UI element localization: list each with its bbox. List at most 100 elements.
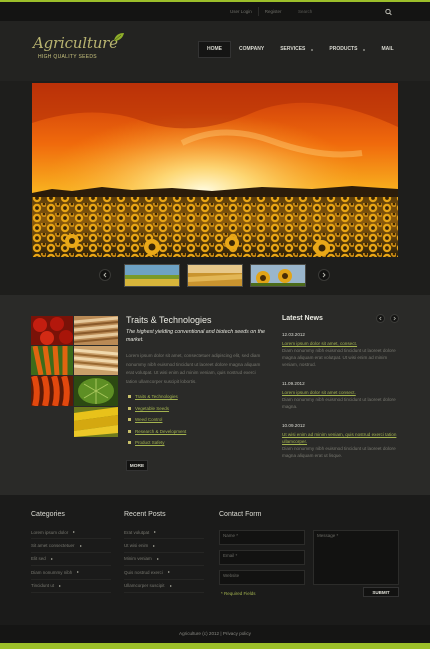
email-field[interactable]: Email * <box>219 550 305 565</box>
slider-prev-button[interactable] <box>99 269 111 281</box>
news-item: 10.09.2012 Ut wisi enim ad minim veniam,… <box>282 423 398 459</box>
traits-link[interactable]: Research & Development <box>135 429 186 434</box>
news-date: 12.03.2012 <box>282 332 305 337</box>
post-link[interactable]: Ullamcorper suscipit <box>124 579 165 592</box>
bullet-icon <box>128 441 131 445</box>
register-link[interactable]: Register <box>257 7 288 16</box>
slider-thumbnail[interactable] <box>250 264 306 287</box>
bullet-icon <box>128 406 131 410</box>
news-prev-button[interactable] <box>376 314 385 323</box>
more-button[interactable]: MORE <box>126 460 148 471</box>
category-link[interactable]: Sit amet consectetuer <box>31 539 75 552</box>
nav-mail-label: MAIL <box>381 46 394 52</box>
arrow-right-icon <box>169 584 172 587</box>
news-item: 11.09.2012 Lorem ipsum dolor sit amet co… <box>282 381 398 410</box>
nav-services[interactable]: SERVICES <box>272 41 321 58</box>
top-links: User Login Register <box>224 7 288 16</box>
list-item[interactable]: Elit sed <box>31 552 111 567</box>
bottom-accent-line <box>0 643 430 649</box>
traits-link[interactable]: Weed Control <box>135 417 162 422</box>
nav-products-label: PRODUCTS <box>329 46 358 52</box>
news-title: Latest News <box>282 315 323 322</box>
category-link[interactable]: Lorem ipsum dolor <box>31 526 68 539</box>
hero-image <box>32 83 398 257</box>
slider-thumbnail[interactable] <box>124 264 180 287</box>
logo-title[interactable]: Agriculture <box>33 34 118 52</box>
footer: Categories Lorem ipsum dolor Sit amet co… <box>0 495 430 625</box>
categories-title: Categories <box>31 511 65 518</box>
news-item: 12.03.2012 Lorem ipsum dolor sit amet, c… <box>282 332 398 368</box>
list-item[interactable]: Ut wisi enim <box>124 539 204 553</box>
list-item[interactable]: Diam nonummy nibh <box>31 566 111 580</box>
arrow-right-icon <box>154 531 157 534</box>
message-field[interactable]: Message * <box>313 530 399 585</box>
bullet-icon <box>128 418 131 422</box>
traits-link[interactable]: Traits & Technologies <box>135 394 178 399</box>
logo-tagline: HIGH QUALITY SEEDS <box>38 54 97 60</box>
arrow-right-icon <box>50 557 53 560</box>
grains-photo <box>74 316 118 345</box>
news-link[interactable]: Ut wisi enim ad minim veniam, quis nostr… <box>282 431 398 445</box>
corn-photo <box>74 407 118 437</box>
copyright: Agriculture (c) 2012 | Privacy policy <box>0 625 430 643</box>
user-login-link[interactable]: User Login <box>224 7 258 16</box>
slider-next-button[interactable] <box>318 269 330 281</box>
traits-list: Traits & Technologies Vegetable Seeds We… <box>126 391 186 449</box>
list-item[interactable]: Erat volutpat <box>124 526 204 540</box>
list-item[interactable]: Traits & Technologies <box>126 391 186 403</box>
news-text: Diam nonummy nibh euismod tincidunt ut l… <box>282 397 396 409</box>
traits-link[interactable]: Product Safety <box>135 440 165 445</box>
traits-body: Lorem ipsum dolor sit amet, consectetuer… <box>126 353 261 385</box>
chevron-left-icon <box>379 316 382 321</box>
news-next-button[interactable] <box>390 314 399 323</box>
category-link[interactable]: Tincidunt ut <box>31 579 54 592</box>
arrow-right-icon <box>79 544 82 547</box>
cabbage-photo <box>74 376 118 406</box>
category-link[interactable]: Diam nonummy nibh <box>31 566 72 579</box>
arrow-right-icon <box>59 584 62 587</box>
nav-products[interactable]: PRODUCTS <box>321 41 373 58</box>
peppers-photo <box>31 376 73 406</box>
website-field[interactable]: Website <box>219 570 305 585</box>
content-section: Traits & Technologies The highest yieldi… <box>0 295 430 495</box>
list-item[interactable]: Product Safety <box>126 437 186 449</box>
contact-form-title: Contact Form <box>219 511 262 518</box>
news-link[interactable]: Lorem ipsum dolor sit amet consect. <box>282 389 398 396</box>
bullet-icon <box>128 395 131 399</box>
slider-thumbnail[interactable] <box>187 264 243 287</box>
nav-home[interactable]: HOME <box>198 41 231 58</box>
list-item[interactable]: Vegetable Seeds <box>126 403 186 415</box>
nav-home-label: HOME <box>207 46 222 52</box>
news-link[interactable]: Lorem ipsum dolor sit amet, consect. <box>282 340 398 347</box>
search-input[interactable]: Search <box>298 7 370 17</box>
list-item[interactable]: Research & Development <box>126 426 186 438</box>
grains-photo-2 <box>74 346 118 375</box>
submenu-dot-icon <box>311 48 314 51</box>
top-bar: User Login Register Search <box>0 2 430 21</box>
list-item[interactable]: Tincidunt ut <box>31 580 111 593</box>
search-button[interactable] <box>382 7 396 17</box>
traits-link[interactable]: Vegetable Seeds <box>135 406 169 411</box>
news-date: 10.09.2012 <box>282 423 305 428</box>
submit-button[interactable]: SUBMIT <box>363 587 399 597</box>
post-link[interactable]: Erat volutpat <box>124 526 149 539</box>
list-item[interactable]: Sit amet consectetuer <box>31 539 111 553</box>
nav-services-label: SERVICES <box>280 46 306 52</box>
nav-mail[interactable]: MAIL <box>373 41 401 58</box>
list-item[interactable]: Lorem ipsum dolor <box>31 526 111 540</box>
news-text: Diam nonummy nibh euismod tincidunt ut l… <box>282 348 396 367</box>
search-icon <box>385 8 392 16</box>
category-link[interactable]: Elit sed <box>31 552 46 565</box>
list-item[interactable]: Quis nostrud exerci <box>124 566 204 580</box>
recent-posts-list: Erat volutpat Ut wisi enim Minim veniam … <box>124 526 204 593</box>
name-field[interactable]: Name * <box>219 530 305 545</box>
list-item[interactable]: Weed Control <box>126 414 186 426</box>
post-link[interactable]: Minim veniam <box>124 552 152 565</box>
nav-company[interactable]: COMPANY <box>231 41 272 58</box>
post-link[interactable]: Quis nostrud exerci <box>124 566 163 579</box>
post-link[interactable]: Ut wisi enim <box>124 539 148 552</box>
list-item[interactable]: Ullamcorper suscipit <box>124 580 204 593</box>
list-item[interactable]: Minim veniam <box>124 552 204 567</box>
chevron-right-icon <box>393 316 396 321</box>
chevron-right-icon <box>322 272 326 278</box>
